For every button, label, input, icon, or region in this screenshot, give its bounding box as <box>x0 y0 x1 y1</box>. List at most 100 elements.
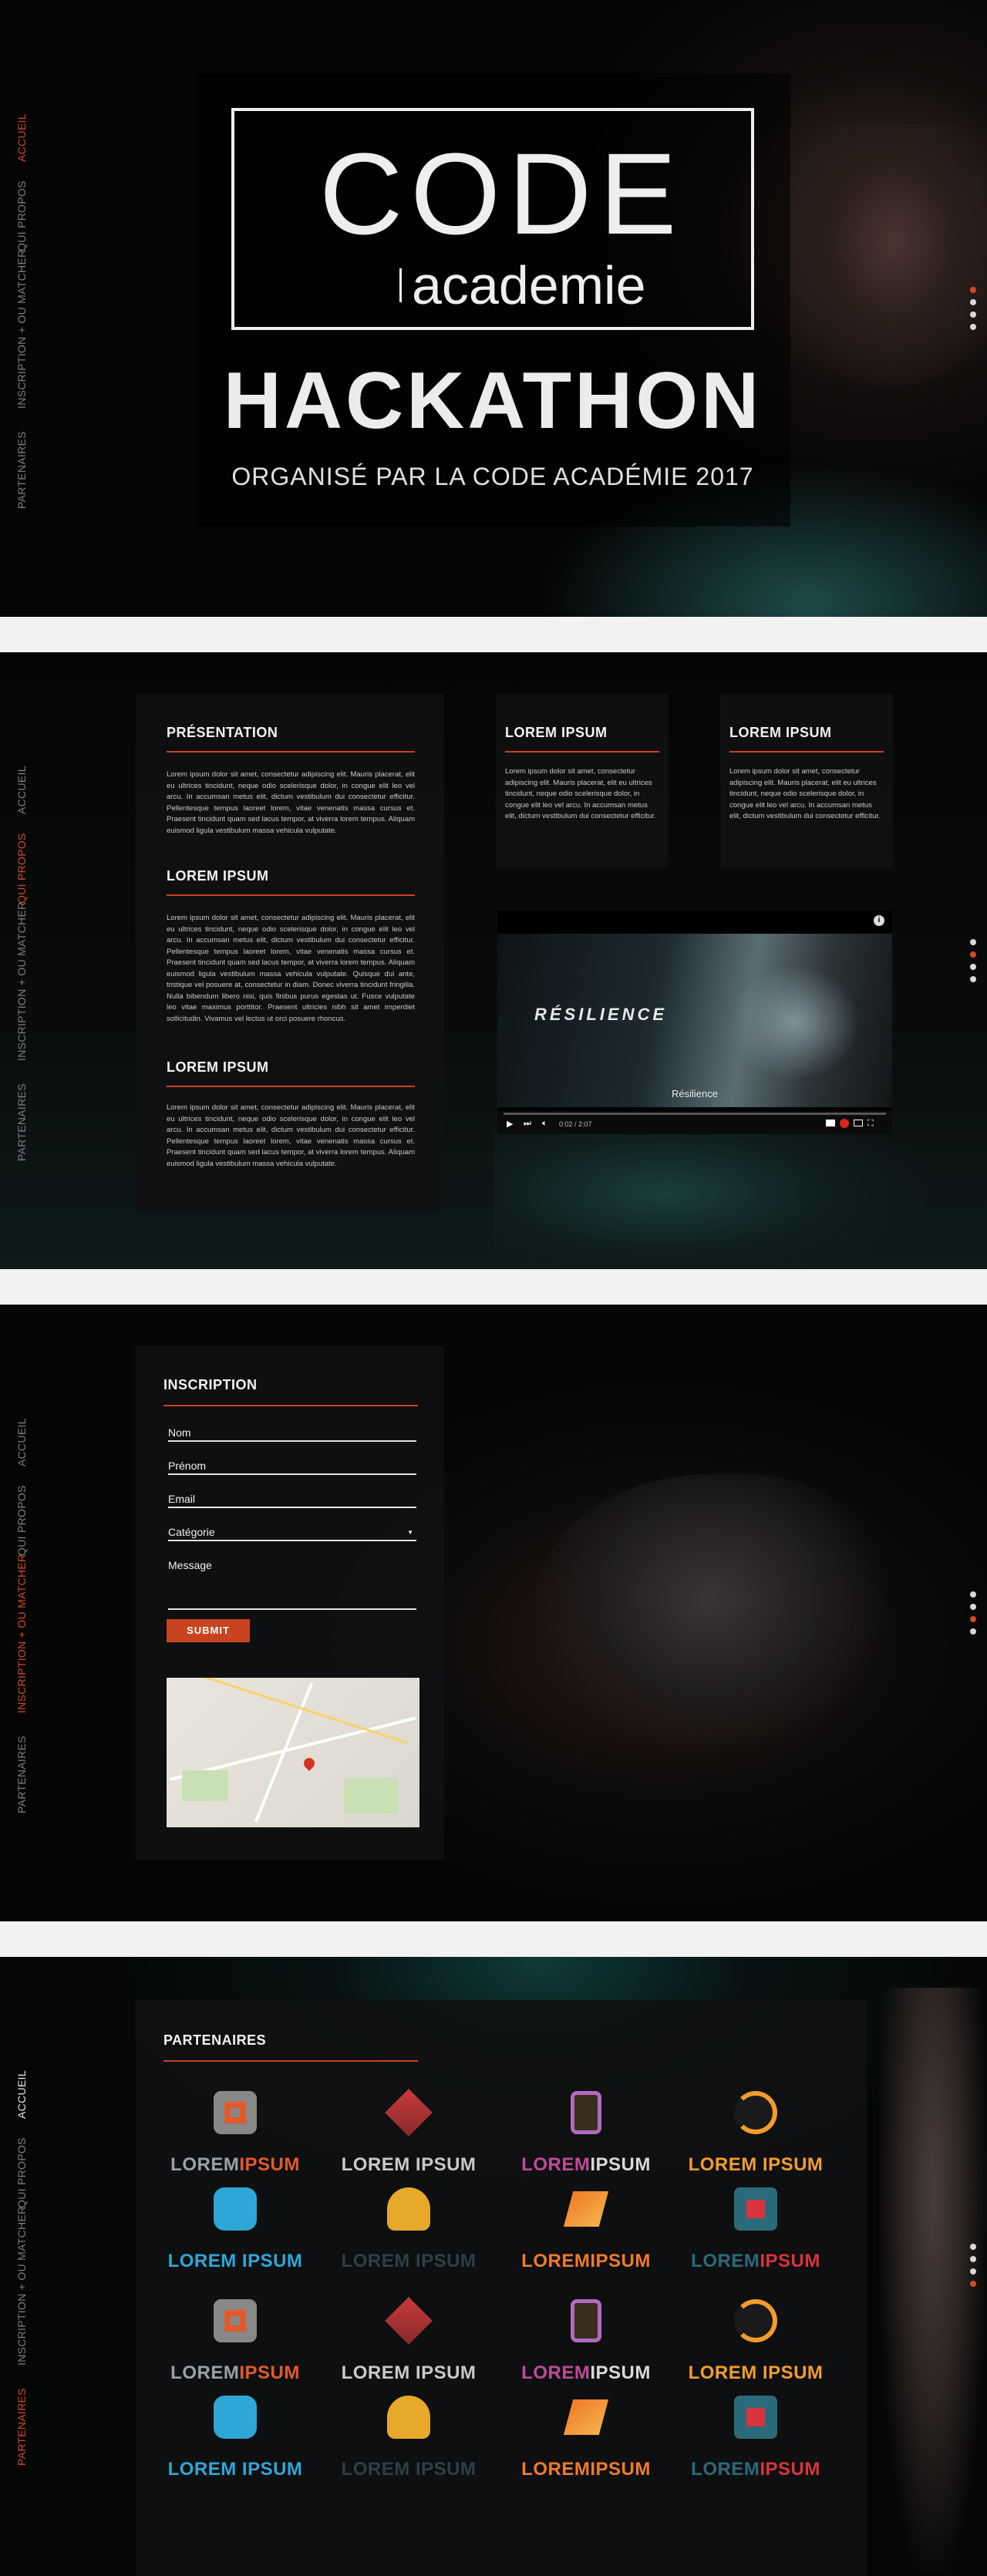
nav-inscription[interactable]: INSCRIPTION + OU MATCHER <box>11 902 32 1061</box>
partner-logo[interactable]: LOREMIPSUM <box>158 2088 312 2180</box>
slide-dot-1[interactable] <box>970 1591 976 1598</box>
slide-dots <box>970 287 976 336</box>
nav-qui-propos[interactable]: QUI PROPOS <box>11 2131 32 2208</box>
lorem1-title: LOREM IPSUM <box>167 868 269 884</box>
subtitles-icon[interactable] <box>826 1120 835 1126</box>
slide-dot-3[interactable] <box>970 2268 976 2275</box>
slide-dot-3[interactable] <box>970 1616 976 1622</box>
partner-logo[interactable]: LOREMIPSUM <box>679 2184 833 2277</box>
nav-partenaires[interactable]: PARTENAIRES <box>11 2381 32 2466</box>
slide-dot-2[interactable] <box>970 299 976 305</box>
partner-logo[interactable]: LOREMIPSUM <box>509 2088 663 2180</box>
slide-dot-1[interactable] <box>970 287 976 293</box>
partner-logo[interactable]: LOREMIPSUM <box>509 2296 663 2389</box>
partner-logo[interactable]: LOREM IPSUM <box>332 2088 486 2180</box>
about-section: ACCUEIL QUI PROPOS INSCRIPTION + OU MATC… <box>0 652 987 1269</box>
partner-logo-icon <box>563 2191 609 2227</box>
partner-logo-label: LOREMIPSUM <box>679 2459 833 2480</box>
partners-title: PARTENAIRES <box>163 2032 267 2048</box>
presentation-rule <box>167 751 415 753</box>
slide-dots <box>970 939 976 988</box>
nav-inscription[interactable]: INSCRIPTION + OU MATCHER <box>11 2207 32 2366</box>
nav-accueil[interactable]: ACCUEIL <box>11 108 32 162</box>
inscription-title: INSCRIPTION <box>163 1377 258 1392</box>
partner-logo-label: LOREM IPSUM <box>688 2362 824 2383</box>
partner-logo[interactable]: LOREM IPSUM <box>158 2184 312 2277</box>
message-field[interactable]: Message <box>168 1559 416 1610</box>
slide-dot-4[interactable] <box>970 1628 976 1635</box>
partner-logo[interactable]: LOREMIPSUM <box>679 2392 833 2485</box>
partner-logo-label-part: LOREM <box>691 2251 760 2271</box>
video-progress[interactable] <box>504 1113 886 1115</box>
nav-inscription[interactable]: INSCRIPTION + OU MATCHER <box>11 250 32 409</box>
info-icon[interactable]: i <box>874 915 884 926</box>
partner-logo[interactable]: LOREMIPSUM <box>509 2184 663 2277</box>
partner-logo[interactable]: LOREM IPSUM <box>158 2392 312 2485</box>
nav-accueil[interactable]: ACCUEIL <box>11 760 32 814</box>
categorie-select[interactable]: Catégorie ▼ <box>168 1526 416 1541</box>
nav-qui-propos[interactable]: QUI PROPOS <box>11 174 32 251</box>
card2-panel: LOREM IPSUM Lorem ipsum dolor sit amet, … <box>720 694 893 868</box>
partner-logo[interactable]: LOREMIPSUM <box>509 2392 663 2485</box>
volume-icon[interactable]: 🔈︎ <box>542 1119 547 1129</box>
map-widget[interactable] <box>167 1678 419 1827</box>
nav-accueil[interactable]: ACCUEIL <box>11 2065 32 2119</box>
slide-dot-2[interactable] <box>970 2256 976 2262</box>
partner-logo[interactable]: LOREM IPSUM <box>679 2088 833 2180</box>
card1-title: LOREM IPSUM <box>505 725 608 740</box>
partner-logo-icon <box>571 2299 601 2342</box>
video-player[interactable]: i RÉSILIENCE Résilience ▶ ⏭ 🔈︎ 0:02 / 2:… <box>497 911 892 1134</box>
fullscreen-icon[interactable]: ⛶ <box>867 1119 874 1129</box>
inscription-rule <box>163 1405 418 1406</box>
hero-section: ACCUEIL QUI PROPOS INSCRIPTION + OU MATC… <box>0 0 987 617</box>
slide-dot-4[interactable] <box>970 324 976 330</box>
partner-logo-label: LOREMIPSUM <box>158 2362 312 2384</box>
email-field[interactable]: Email <box>168 1493 416 1508</box>
partner-logo-icon <box>214 2396 257 2439</box>
partner-logo-icon <box>387 2396 430 2439</box>
nav-inscription[interactable]: INSCRIPTION + OU MATCHER <box>11 1554 32 1713</box>
video-window-light <box>729 965 860 1080</box>
map-pin-icon[interactable] <box>301 1756 317 1771</box>
slide-dot-1[interactable] <box>970 939 976 945</box>
nav-accueil[interactable]: ACCUEIL <box>11 1413 32 1466</box>
partner-logo[interactable]: LOREM IPSUM <box>332 2184 486 2277</box>
slide-dot-3[interactable] <box>970 311 976 318</box>
slide-dot-4[interactable] <box>970 976 976 982</box>
slide-dot-3[interactable] <box>970 964 976 970</box>
nav-partenaires[interactable]: PARTENAIRES <box>11 1729 32 1813</box>
nav-qui-propos[interactable]: QUI PROPOS <box>11 1479 32 1556</box>
nom-field[interactable]: Nom <box>168 1426 416 1442</box>
nav-partenaires[interactable]: PARTENAIRES <box>11 1076 32 1161</box>
partner-logo-icon <box>387 2187 430 2231</box>
lorem2-title: LOREM IPSUM <box>167 1059 269 1075</box>
partner-logo-label-part: IPSUM <box>590 2154 651 2175</box>
partner-logo[interactable]: LOREM IPSUM <box>332 2296 486 2389</box>
partner-logo[interactable]: LOREM IPSUM <box>332 2392 486 2485</box>
video-thumbnail[interactable]: RÉSILIENCE Résilience <box>497 934 892 1107</box>
partner-logo-label-part: IPSUM <box>239 2154 300 2175</box>
slide-dot-2[interactable] <box>970 1604 976 1610</box>
partner-logo-icon <box>571 2091 601 2134</box>
partner-logo-label-part: IPSUM <box>239 2362 300 2383</box>
play-icon[interactable]: ▶ <box>507 1119 513 1129</box>
slide-dot-4[interactable] <box>970 2281 976 2287</box>
code-academie-logo: CODE academie <box>231 108 754 330</box>
lorem1-text: Lorem ipsum dolor sit amet, consectetur … <box>167 914 415 1023</box>
partner-logo[interactable]: LOREM IPSUM <box>679 2296 833 2389</box>
partner-logo-label: LOREMIPSUM <box>679 2251 833 2272</box>
partner-logo-label-part: LOREM <box>521 2362 591 2383</box>
partner-logo-label-part: IPSUM <box>760 2459 820 2480</box>
next-icon[interactable]: ⏭ <box>524 1119 531 1129</box>
submit-button[interactable]: SUBMIT <box>167 1619 250 1642</box>
prenom-field[interactable]: Prénom <box>168 1460 416 1475</box>
nav-partenaires[interactable]: PARTENAIRES <box>11 424 32 509</box>
settings-icon[interactable] <box>840 1119 849 1128</box>
slide-dot-1[interactable] <box>970 2244 976 2250</box>
partner-logo[interactable]: LOREMIPSUM <box>158 2296 312 2389</box>
partners-section: ACCUEIL QUI PROPOS INSCRIPTION + OU MATC… <box>0 1957 987 2576</box>
slide-dot-2[interactable] <box>970 951 976 958</box>
theater-icon[interactable] <box>854 1120 863 1126</box>
nav-qui-propos[interactable]: QUI PROPOS <box>11 827 32 904</box>
partner-logo-label: LOREMIPSUM <box>509 2362 663 2384</box>
